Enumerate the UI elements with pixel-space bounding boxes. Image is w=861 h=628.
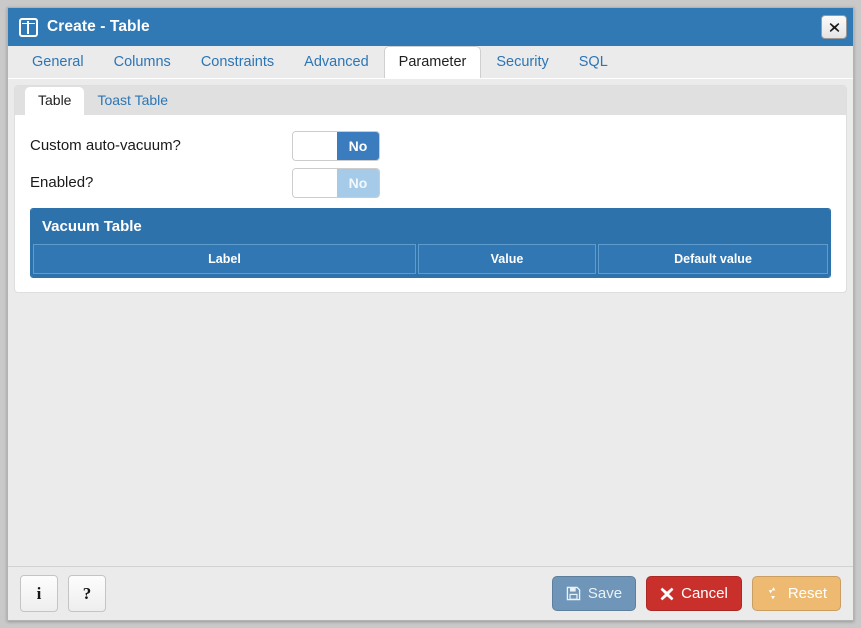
cancel-button[interactable]: Cancel [646,576,742,611]
footer-left-group: i ? [20,575,106,612]
floppy-disk-icon [566,586,581,601]
toggle-state-label: No [337,132,379,160]
create-table-dialog: Create - Table General Columns Constrain… [7,7,854,621]
subtab-table[interactable]: Table [25,87,84,115]
reset-button[interactable]: Reset [752,576,841,611]
tab-label: Advanced [304,54,369,70]
close-icon[interactable] [821,15,847,39]
custom-auto-vacuum-toggle[interactable]: No [292,131,380,161]
tab-label: Columns [114,54,171,70]
save-button[interactable]: Save [552,576,636,611]
question-mark-icon: ? [83,584,92,604]
reset-label: Reset [788,585,827,602]
subtab-label: Toast Table [97,92,168,108]
dialog-titlebar: Create - Table [8,8,853,46]
vacuum-table: Vacuum Table Label Value Default value [30,208,831,278]
save-label: Save [588,585,622,602]
tab-label: General [32,54,84,70]
toggle-state-label: No [337,169,379,197]
parameter-form: Custom auto-vacuum? No Enabled? No Vacuu… [15,115,846,292]
enabled-label: Enabled? [30,174,292,191]
main-tab-bar: General Columns Constraints Advanced Par… [8,46,853,79]
tab-columns[interactable]: Columns [99,46,186,78]
cancel-label: Cancel [681,585,728,602]
parameter-panel: Table Toast Table Custom auto-vacuum? No… [14,85,847,293]
tab-label: Security [496,54,548,70]
tab-parameter[interactable]: Parameter [384,46,482,78]
subtab-label: Table [38,92,71,108]
tab-label: Parameter [399,54,467,70]
toggle-knob [293,169,337,197]
tab-label: SQL [579,54,608,70]
dialog-title: Create - Table [47,18,821,36]
table-icon [19,18,38,37]
footer-right-group: Save Cancel [552,576,841,611]
sub-tab-bar: Table Toast Table [15,86,846,115]
vacuum-table-header-row: Label Value Default value [31,244,830,277]
toggle-knob [293,132,337,160]
field-row-custom-auto-vacuum: Custom auto-vacuum? No [30,127,831,164]
vacuum-table-title: Vacuum Table [31,209,830,244]
recycle-icon [766,586,781,601]
tab-security[interactable]: Security [481,46,563,78]
tab-constraints[interactable]: Constraints [186,46,289,78]
info-icon: i [37,584,42,604]
tab-advanced[interactable]: Advanced [289,46,384,78]
custom-auto-vacuum-label: Custom auto-vacuum? [30,137,292,154]
subtab-toast-table[interactable]: Toast Table [84,87,181,115]
dialog-footer: i ? Save Canc [8,566,853,620]
tab-sql[interactable]: SQL [564,46,623,78]
close-x-icon [660,587,674,601]
dialog-content: Table Toast Table Custom auto-vacuum? No… [8,79,853,566]
enabled-toggle[interactable]: No [292,168,380,198]
column-header-label[interactable]: Label [33,244,416,274]
field-row-enabled: Enabled? No [30,164,831,201]
column-header-default-value[interactable]: Default value [598,244,828,274]
column-header-value[interactable]: Value [418,244,596,274]
tab-general[interactable]: General [17,46,99,78]
info-button[interactable]: i [20,575,58,612]
help-button[interactable]: ? [68,575,106,612]
tab-label: Constraints [201,54,274,70]
